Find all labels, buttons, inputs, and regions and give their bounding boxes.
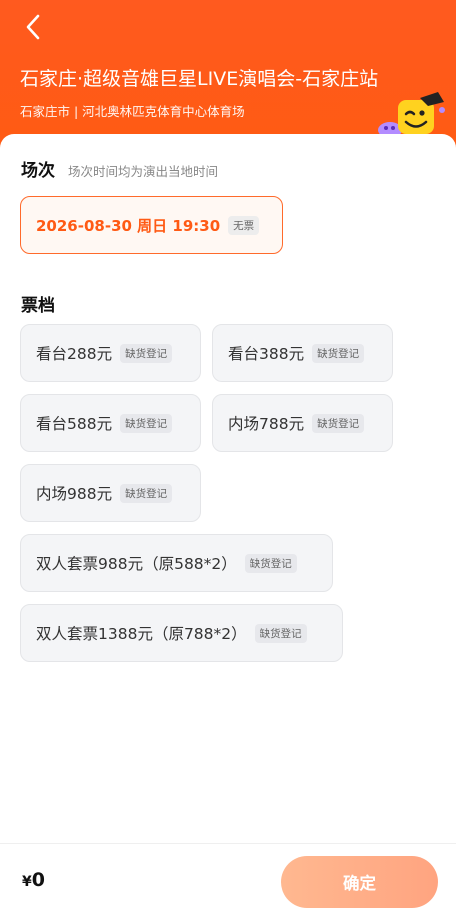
status-badge: 缺货登记 — [120, 483, 173, 503]
status-badge: 缺货登记 — [120, 343, 173, 363]
ticket-label: 双人套票988元（原588*2） — [36, 555, 237, 573]
ticket-option[interactable]: 看台388元 缺货登记 — [212, 324, 393, 382]
event-venue: 石家庄市 | 河北奥林匹克体育中心体育场 — [20, 104, 245, 119]
session-section-note: 场次时间均为演出当地时间 — [68, 164, 219, 179]
currency-symbol: ¥ — [22, 874, 32, 890]
ticket-option[interactable]: 内场988元 缺货登记 — [20, 464, 201, 522]
ticket-option[interactable]: 双人套票1388元（原788*2） 缺货登记 — [20, 604, 343, 662]
ticket-label: 双人套票1388元（原788*2） — [36, 625, 247, 643]
ticket-label: 内场788元 — [228, 415, 305, 433]
ticket-label: 看台588元 — [36, 415, 113, 433]
status-badge: 缺货登记 — [312, 343, 365, 363]
confirm-button[interactable]: 确定 — [281, 856, 438, 908]
ticket-option[interactable]: 看台288元 缺货登记 — [20, 324, 201, 382]
back-button[interactable] — [18, 12, 48, 42]
ticket-label: 内场988元 — [36, 485, 113, 503]
session-option[interactable]: 2026-08-30 周日 19:30 无票 — [20, 196, 283, 254]
status-badge: 缺货登记 — [254, 623, 307, 643]
chevron-left-icon — [26, 14, 40, 40]
status-badge: 缺货登记 — [120, 413, 173, 433]
bottom-bar: ¥0 确定 — [0, 843, 456, 915]
mascot-icon — [378, 92, 445, 138]
session-section-title: 场次 — [21, 161, 55, 181]
ticket-option[interactable]: 双人套票988元（原588*2） 缺货登记 — [20, 534, 333, 592]
status-badge: 无票 — [228, 215, 260, 235]
total-price: ¥0 — [22, 869, 45, 891]
status-badge: 缺货登记 — [244, 553, 297, 573]
ticket-option[interactable]: 内场788元 缺货登记 — [212, 394, 393, 452]
ticket-label: 看台388元 — [228, 345, 305, 363]
ticket-option[interactable]: 看台588元 缺货登记 — [20, 394, 201, 452]
ticket-label: 看台288元 — [36, 345, 113, 363]
ticket-section-title: 票档 — [21, 296, 55, 316]
status-badge: 缺货登记 — [312, 413, 365, 433]
event-title: 石家庄·超级音雄巨星LIVE演唱会-石家庄站 — [20, 68, 379, 90]
session-datetime: 2026-08-30 周日 19:30 — [36, 216, 221, 235]
total-amount: 0 — [31, 869, 45, 891]
